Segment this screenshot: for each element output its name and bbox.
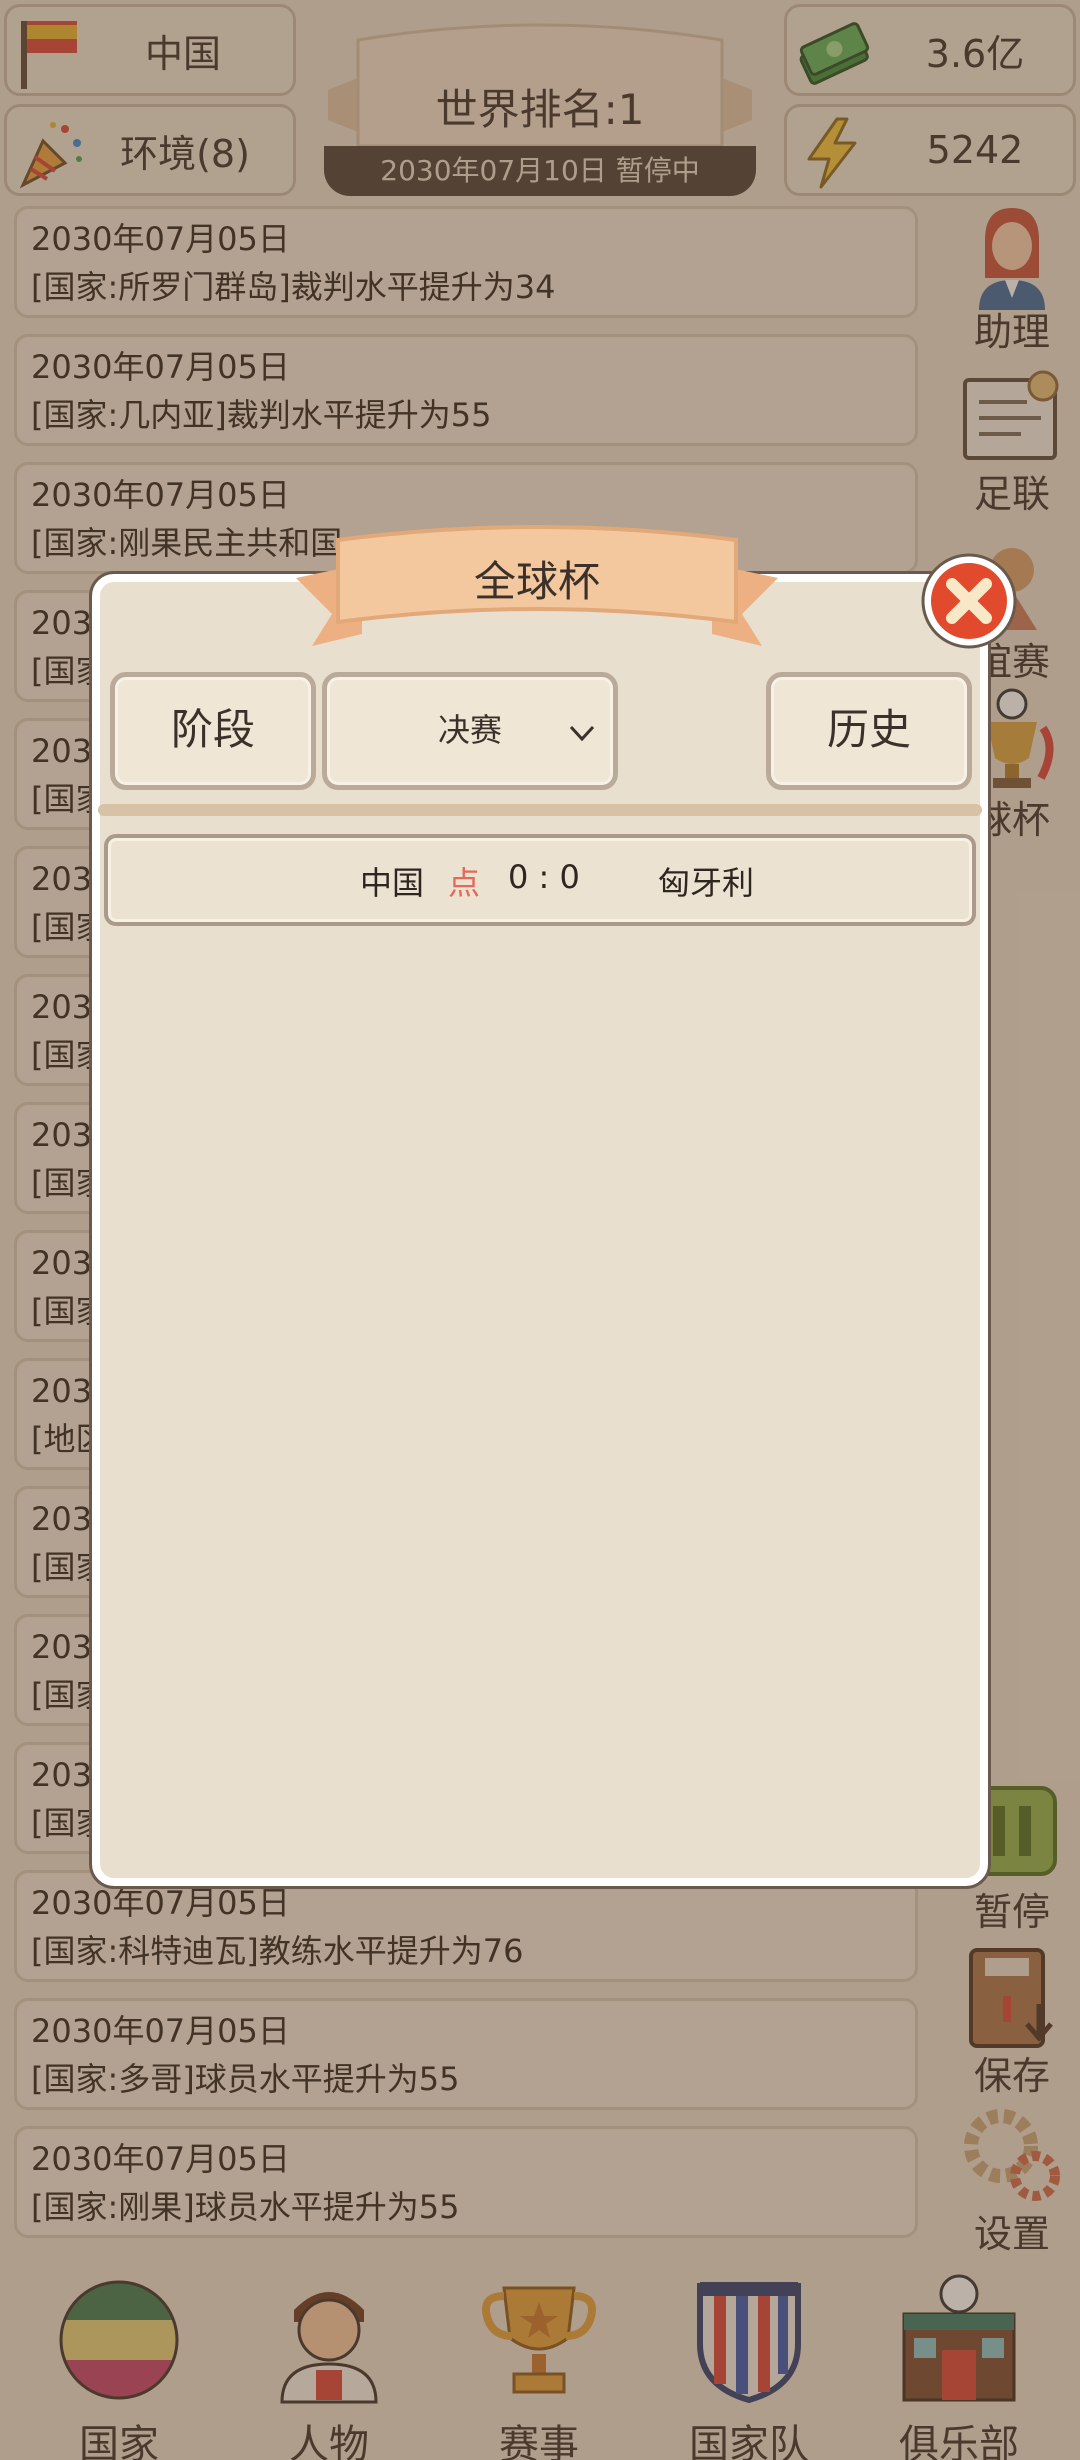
dialog-title: 全球杯 [473, 557, 600, 606]
home-team: 中国 [360, 864, 425, 902]
away-team: 匈牙利 [658, 864, 755, 902]
dialog-divider [98, 804, 982, 816]
stage-select-value: 决赛 [437, 711, 502, 749]
match-row[interactable]: 中国 点 0 : 0 匈牙利 [104, 834, 976, 926]
stage-button[interactable]: 阶段 [110, 672, 316, 790]
stage-select[interactable]: 决赛 [322, 672, 618, 790]
history-button[interactable]: 历史 [766, 672, 972, 790]
match-score: 0 : 0 [508, 858, 580, 896]
penalty-mark: 点 [448, 864, 481, 902]
chevron-down-icon [569, 725, 595, 742]
dialog-title-banner: 全球杯 [292, 518, 782, 656]
close-icon[interactable] [920, 552, 1018, 650]
